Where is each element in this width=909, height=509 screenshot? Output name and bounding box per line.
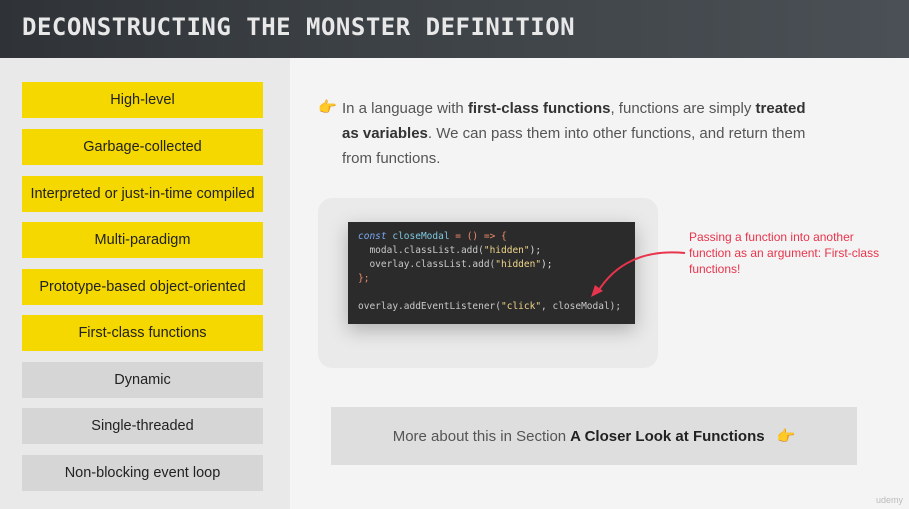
pointing-hand-icon: 👉: [318, 99, 337, 116]
code-line4: };: [358, 273, 370, 284]
pointing-hand-icon: 👉: [776, 428, 796, 445]
slide-title: DECONSTRUCTING THE MONSTER DEFINITION: [22, 13, 576, 41]
intro-bold1: first-class functions: [467, 100, 611, 117]
feature-item: Garbage-collected: [22, 129, 263, 165]
header-bar: DECONSTRUCTING THE MONSTER DEFINITION: [0, 0, 909, 58]
code-fn-name: closeModal: [392, 231, 450, 242]
code-line1-rest: = () => {: [449, 231, 507, 242]
watermark: udemy: [875, 495, 903, 505]
feature-item: First-class functions: [22, 315, 263, 351]
code-line3-str: "hidden": [495, 259, 542, 270]
code-keyword: const: [358, 231, 387, 242]
intro-part2: , functions are simply: [610, 100, 756, 117]
feature-item: Dynamic: [22, 362, 263, 398]
more-section-title: A Closer Look at Functions: [570, 427, 765, 445]
code-line6a: overlay.addEventListener(: [358, 301, 501, 312]
more-text: More about this in Section: [392, 427, 567, 445]
feature-item: Interpreted or just-in-time compiled: [22, 176, 263, 212]
more-info-box: More about this in Section A Closer Look…: [331, 407, 857, 465]
feature-item: Multi-paradigm: [22, 222, 263, 258]
code-line3: overlay.classList.add(: [358, 259, 496, 270]
code-line6-str: "click": [501, 301, 542, 312]
code-line2: modal.classList.add(: [358, 245, 484, 256]
intro-text: In a language with first-class functions…: [342, 96, 822, 171]
feature-item: Non-blocking event loop: [22, 455, 263, 491]
code-line2-str: "hidden": [483, 245, 530, 256]
feature-item: Single-threaded: [22, 408, 263, 444]
intro-part1: In a language with: [342, 100, 468, 117]
annotation-text: Passing a function into another function…: [689, 230, 880, 276]
feature-item: High-level: [22, 82, 263, 118]
feature-item: Prototype-based object-oriented: [22, 269, 263, 305]
annotation-arrow-icon: [591, 251, 686, 297]
